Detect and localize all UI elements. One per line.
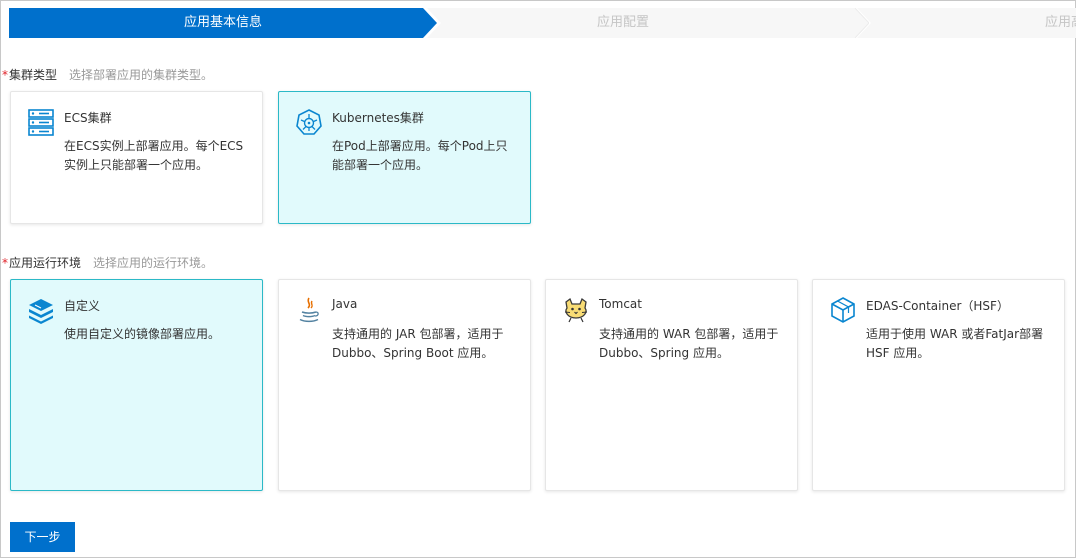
wizard-stepper: 应用基本信息 应用高 应用配置: [9, 8, 1076, 38]
server-icon: [27, 108, 55, 136]
step-label: 应用高: [1045, 15, 1076, 30]
card-description: 使用自定义的镜像部署应用。: [64, 327, 221, 341]
card-description: 在Pod上部署应用。每个Pod上只能部署一个应用。: [332, 139, 508, 172]
required-mark: *: [2, 68, 8, 82]
next-step-button[interactable]: 下一步: [10, 522, 75, 552]
section-hint: 选择应用的运行环境。: [93, 256, 214, 270]
runtime-card-edas-container[interactable]: EDAS-Container（HSF） 适用于使用 WAR 或者FatJar部署…: [812, 279, 1065, 491]
card-description: 支持通用的 JAR 包部署，适用于 Dubbo、Spring Boot 应用。: [332, 327, 504, 360]
java-icon: [295, 296, 323, 324]
runtime-card-java[interactable]: Java 支持通用的 JAR 包部署，适用于 Dubbo、Spring Boot…: [278, 279, 531, 491]
kubernetes-icon: [295, 108, 323, 136]
card-title: 自定义: [64, 299, 101, 313]
section-hint: 选择部署应用的集群类型。: [69, 68, 214, 82]
required-mark: *: [2, 256, 8, 270]
step-divider: [854, 8, 869, 38]
card-description: 支持通用的 WAR 包部署，适用于 Dubbo、Spring 应用。: [599, 327, 779, 360]
card-description: 适用于使用 WAR 或者FatJar部署 HSF 应用。: [866, 327, 1044, 360]
layers-icon: [27, 296, 55, 324]
cube-icon: [829, 296, 857, 324]
runtime-env-label: *应用运行环境 选择应用的运行环境。: [2, 254, 213, 271]
tomcat-icon: [562, 296, 590, 324]
card-title: Tomcat: [599, 297, 642, 311]
section-title: 集群类型: [9, 68, 58, 82]
step-basic-info: 应用基本信息: [9, 8, 437, 38]
card-description: 在ECS实例上部署应用。每个ECS实例上只能部署一个应用。: [64, 139, 244, 172]
card-title: Java: [332, 297, 358, 311]
card-title: Kubernetes集群: [332, 111, 424, 125]
cluster-card-kubernetes[interactable]: Kubernetes集群 在Pod上部署应用。每个Pod上只能部署一个应用。: [278, 91, 531, 224]
card-title: EDAS-Container（HSF）: [866, 299, 1009, 313]
cluster-card-ecs[interactable]: ECS集群 在ECS实例上部署应用。每个ECS实例上只能部署一个应用。: [10, 91, 263, 224]
runtime-card-custom[interactable]: 自定义 使用自定义的镜像部署应用。: [10, 279, 263, 491]
cluster-type-label: *集群类型 选择部署应用的集群类型。: [2, 66, 213, 83]
card-title: ECS集群: [64, 111, 112, 125]
runtime-card-tomcat[interactable]: Tomcat 支持通用的 WAR 包部署，适用于 Dubbo、Spring 应用…: [545, 279, 798, 491]
step-label: 应用基本信息: [183, 15, 262, 30]
step-advanced: 应用高: [857, 8, 1076, 38]
section-title: 应用运行环境: [9, 256, 82, 270]
